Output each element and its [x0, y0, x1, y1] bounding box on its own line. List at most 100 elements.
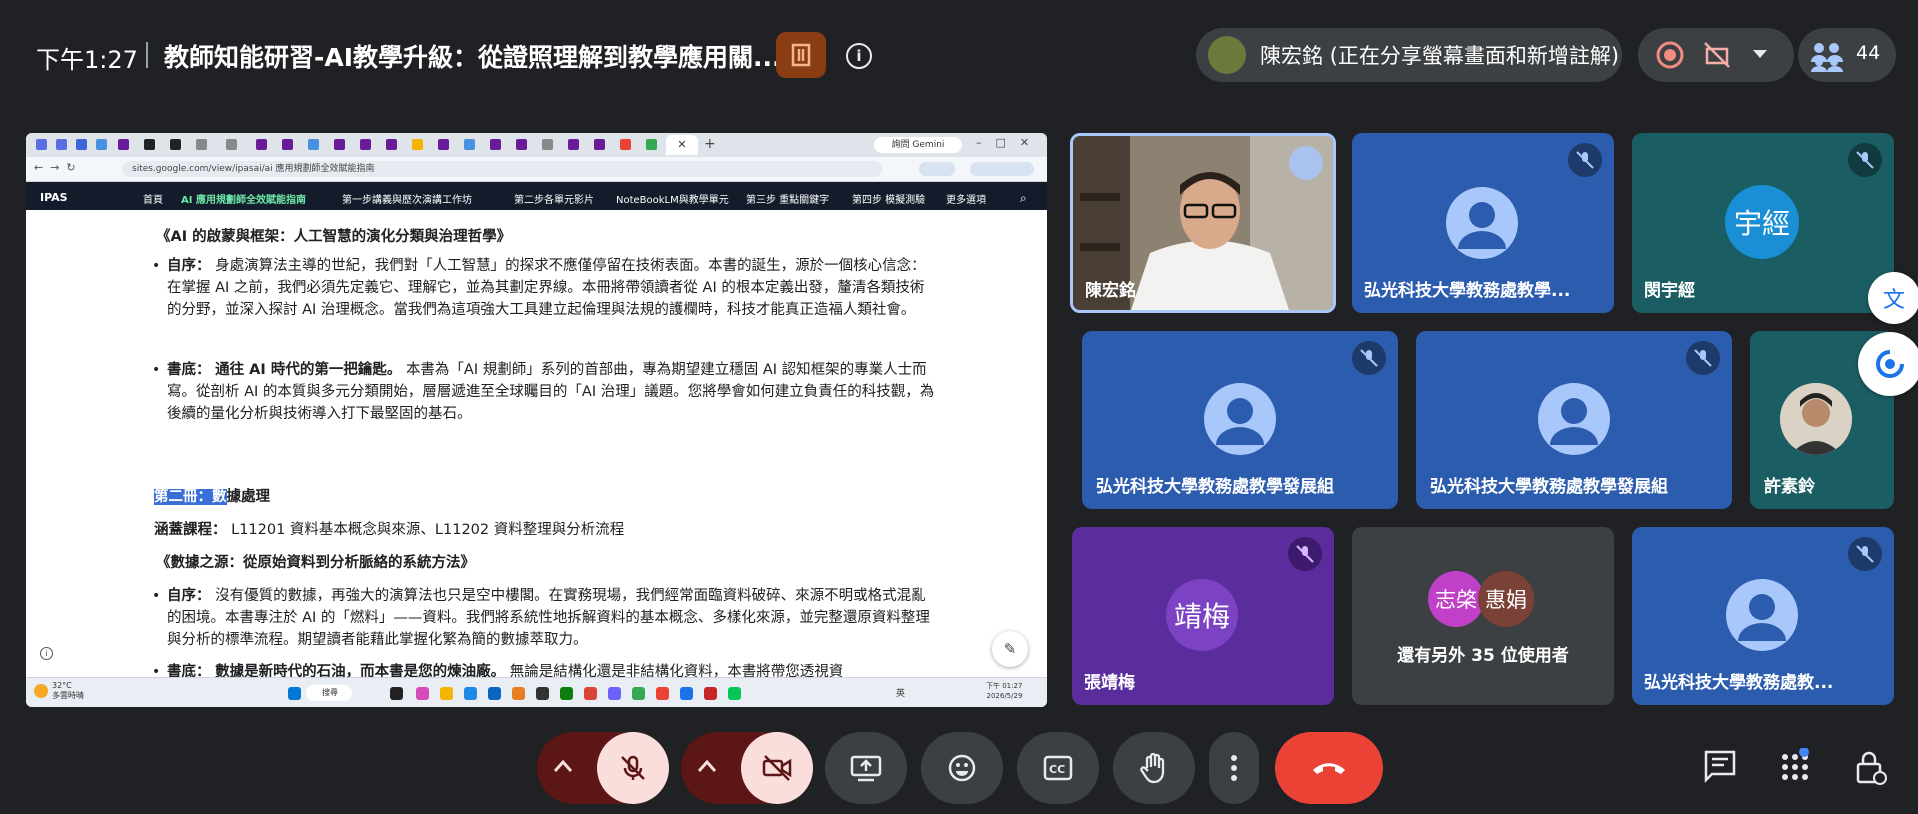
new-tab-icon[interactable]: + [704, 136, 716, 152]
camera-off-icon [762, 755, 792, 781]
site-nav: IPAS 首頁 AI 應用規劃師全效賦能指南 第一步講義與歷次演講工作坊 第二步… [26, 182, 1047, 210]
search-icon[interactable]: ⌕ [1020, 191, 1027, 206]
translate-icon[interactable]: 文 [1868, 272, 1918, 324]
paragraph-preface-1: 自序： 身處演算法主導的世紀，我們對「人工智慧」的探求不應僅停留在技術表面。本書… [167, 255, 937, 321]
mic-control-group [537, 732, 669, 804]
avatar [1726, 579, 1798, 651]
back-bold: 通往 AI 時代的第一把鑰匙。 [215, 362, 402, 378]
weather-icon [34, 684, 48, 698]
participant-name: 弘光科技大學教務處教學發展組 [1430, 477, 1668, 497]
avatar-initials-1: 志棨 [1428, 571, 1484, 627]
weather-widget[interactable]: 32°C 多雲時晴 [52, 681, 84, 701]
paragraph-back-1: 書底： 通往 AI 時代的第一把鑰匙。 本書為「AI 規劃師」系列的首部曲，專為… [167, 359, 937, 425]
back-bold-2: 數據是新時代的石油，而本書是您的煉油廠。 [215, 664, 506, 677]
tile-participant-5[interactable]: 弘光科技大學教務處教學發展組 [1416, 331, 1732, 509]
taskbar-search[interactable]: 搜尋 [306, 685, 352, 701]
meeting-info-icon[interactable]: i [846, 43, 872, 69]
reactions-button[interactable] [921, 732, 1003, 804]
raise-hand-button[interactable] [1113, 732, 1195, 804]
edit-pencil-icon[interactable]: ✎ [992, 631, 1028, 667]
window-controls[interactable]: – □ ✕ [976, 136, 1029, 149]
participant-name: 許素鈴 [1764, 477, 1815, 497]
tile-other-participants[interactable]: 志棨 惠娟 還有另外 35 位使用者 [1352, 527, 1614, 705]
others-count-label: 還有另外 35 位使用者 [1397, 646, 1569, 666]
participant-name: 陳宏銘 [1085, 281, 1136, 301]
captions-button[interactable]: CC [1017, 732, 1099, 804]
nav-step2[interactable]: 第二步各單元影片 [514, 191, 594, 206]
participant-name: 弘光科技大學教務處教學... [1364, 281, 1571, 301]
nav-step4[interactable]: 第四步 模擬測驗 [852, 191, 925, 206]
avatar-initials-2: 惠娟 [1478, 571, 1534, 627]
extension-floating-icon[interactable] [1858, 332, 1918, 396]
shared-screen: ✕ + 詢問 Gemini – □ ✕ ← → ↻ sites.google.c… [26, 133, 1047, 707]
muted-mic-icon [1288, 537, 1322, 571]
url-field[interactable]: sites.google.com/view/ipasai/ai 應用規劃師全效賦… [122, 161, 882, 177]
nav-step1[interactable]: 第一步講義與歷次演講工作坊 [342, 191, 472, 206]
emoji-icon [948, 754, 976, 782]
taskbar-clock[interactable]: 下午 01:27 2026/5/29 [986, 681, 1022, 701]
no-camera-share-icon [1704, 42, 1730, 68]
paragraph-back-2: 書底： 數據是新時代的石油，而本書是您的煉油廠。 無論是結構化還是非結構化資料，… [167, 661, 937, 677]
nav-step3[interactable]: 第三步 重點關鍵字 [746, 191, 829, 206]
more-options-button[interactable] [1209, 732, 1259, 804]
preface-label-2: 自序： [167, 588, 211, 604]
tray-lang[interactable]: 英 [896, 686, 905, 699]
extension-chip[interactable] [970, 162, 1034, 176]
chat-icon[interactable] [1702, 748, 1742, 788]
tile-participant-4[interactable]: 弘光科技大學教務處教學發展組 [1082, 331, 1398, 509]
more-vert-icon [1231, 755, 1237, 781]
active-tab[interactable]: ✕ [666, 135, 698, 155]
covers-label: 涵蓋課程： [154, 522, 227, 538]
nav-home[interactable]: 首頁 [143, 191, 163, 206]
activities-icon[interactable] [1778, 747, 1818, 788]
muted-mic-icon [1848, 537, 1882, 571]
host-controls-icon[interactable] [1852, 748, 1892, 788]
nav-notebooklm[interactable]: NoteBookLM與教學單元 [616, 191, 729, 206]
nav-more[interactable]: 更多選項 [946, 191, 986, 206]
recording-icon [1656, 41, 1684, 69]
presenter-chip[interactable]: 陳宏銘 (正在分享螢幕畫面和新增註解) [1196, 28, 1622, 82]
camera-toggle-button[interactable] [741, 732, 813, 804]
hang-up-icon [1313, 763, 1345, 774]
leave-call-button[interactable] [1275, 732, 1383, 804]
presenter-avatar [1208, 36, 1246, 74]
divider [146, 42, 148, 68]
participant-name: 閔宇經 [1644, 281, 1695, 301]
volume-2-title: 第二冊：數據處理 [154, 486, 270, 508]
nav-arrows-icon[interactable]: ← → ↻ [34, 161, 76, 174]
meeting-time: 下午1:27 [36, 46, 138, 74]
profile-chip[interactable] [919, 162, 955, 176]
preface-text: 身處演算法主導的世紀，我們對「人工智慧」的探求不應僅停留在技術表面。本書的誕生，… [167, 258, 926, 318]
mic-off-icon [621, 755, 645, 780]
recording-controls[interactable] [1638, 28, 1794, 82]
participant-name: 弘光科技大學教務處教學發展組 [1096, 477, 1334, 497]
browser-tab-bar[interactable]: ✕ + 詢問 Gemini – □ ✕ [26, 133, 1047, 157]
present-screen-button[interactable] [825, 732, 907, 804]
muted-mic-icon [1568, 143, 1602, 177]
tile-video-presenter[interactable]: 陳宏銘 [1070, 133, 1336, 313]
tile-participant-3[interactable]: 宇經 閔宇經 [1632, 133, 1894, 313]
tile-participant-8[interactable]: 弘光科技大學教務處教... [1632, 527, 1894, 705]
covers-text: L11201 資料基本概念與來源、L11202 資料整理與分析流程 [231, 522, 625, 538]
tile-participant-7[interactable]: 靖梅 張靖梅 [1072, 527, 1334, 705]
back-label: 書底： [167, 362, 211, 378]
svg-text:CC: CC [1049, 763, 1065, 776]
info-icon[interactable]: i [40, 647, 53, 660]
nav-guide[interactable]: AI 應用規劃師全效賦能指南 [181, 191, 306, 206]
presenter-label: 陳宏銘 (正在分享螢幕畫面和新增註解) [1260, 44, 1620, 68]
tile-participant-2[interactable]: 弘光科技大學教務處教學... [1352, 133, 1614, 313]
muted-mic-icon [1848, 143, 1882, 177]
back-label-2: 書底： [167, 664, 211, 677]
participant-count: 44 [1856, 42, 1881, 64]
paragraph-preface-2: 自序： 沒有優質的數據，再強大的演算法也只是空中樓閣。在實務現場，我們經常面臨資… [167, 585, 937, 651]
participant-name: 弘光科技大學教務處教... [1644, 673, 1834, 693]
mic-toggle-button[interactable] [597, 732, 669, 804]
breakout-room-icon[interactable] [776, 32, 826, 78]
meeting-title: 教師知能研習-AI教學升級：從證照理解到教學應用關... [164, 43, 782, 72]
chevron-up-icon[interactable] [553, 758, 573, 777]
avatar [1538, 383, 1610, 455]
chevron-up-icon[interactable] [697, 758, 717, 777]
site-logo[interactable]: IPAS [40, 191, 68, 204]
people-button[interactable] [1798, 28, 1896, 82]
gemini-button[interactable]: 詢問 Gemini [874, 137, 962, 153]
